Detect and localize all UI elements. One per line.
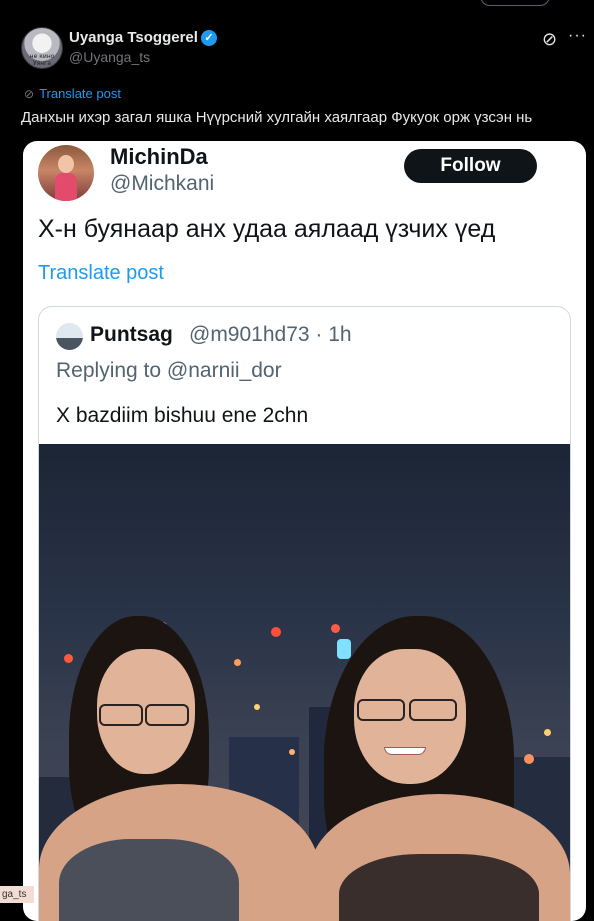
embedded-author-handle: @Michkani <box>110 172 215 195</box>
follow-button: Follow <box>404 149 537 183</box>
translate-label[interactable]: Translate post <box>39 86 121 101</box>
post-text: Данхын ихэр загал яшка Нүүрсний хулгайн … <box>21 109 533 126</box>
embedded-translate-link: Translate post <box>38 262 164 284</box>
quote-replying-to: Replying to @narnii_dor <box>56 359 282 382</box>
embedded-tweet-screenshot[interactable]: MichinDa @Michkani Follow Х-н буянаар ан… <box>23 141 586 921</box>
author-name[interactable]: Uyanga Tsoggerel <box>69 29 198 46</box>
translate-post-link[interactable]: ⊘ Translate post <box>24 86 121 101</box>
quote-text: X bazdiim bishuu ene 2chn <box>56 404 309 427</box>
author-handle[interactable]: @Uyanga_ts <box>69 49 150 65</box>
quote-author-name: Puntsag <box>90 323 173 346</box>
grok-icon[interactable]: ⊘ <box>542 29 557 50</box>
translate-icon: ⊘ <box>24 86 35 101</box>
embedded-post-text: Х-н буянаар анх удаа аялаад үзчих үед <box>38 215 496 243</box>
quote-handle-time: @m901hd73 · 1h <box>189 323 352 346</box>
embedded-author-avatar <box>38 145 94 201</box>
more-icon[interactable]: ··· <box>568 27 587 45</box>
quote-author-avatar <box>56 323 83 350</box>
avatar-logo-text: не кино Уянга <box>29 53 55 67</box>
quote-photo <box>39 444 570 921</box>
verified-badge-icon: ✓ <box>201 30 217 46</box>
top-partial-button[interactable] <box>480 0 550 6</box>
quoted-tweet: Puntsag @m901hd73 · 1h Replying to @narn… <box>38 306 571 921</box>
author-avatar[interactable]: не кино Уянга <box>21 27 63 69</box>
embedded-author-name: MichinDa <box>110 144 208 169</box>
hover-tooltip: ga_ts <box>0 886 34 903</box>
